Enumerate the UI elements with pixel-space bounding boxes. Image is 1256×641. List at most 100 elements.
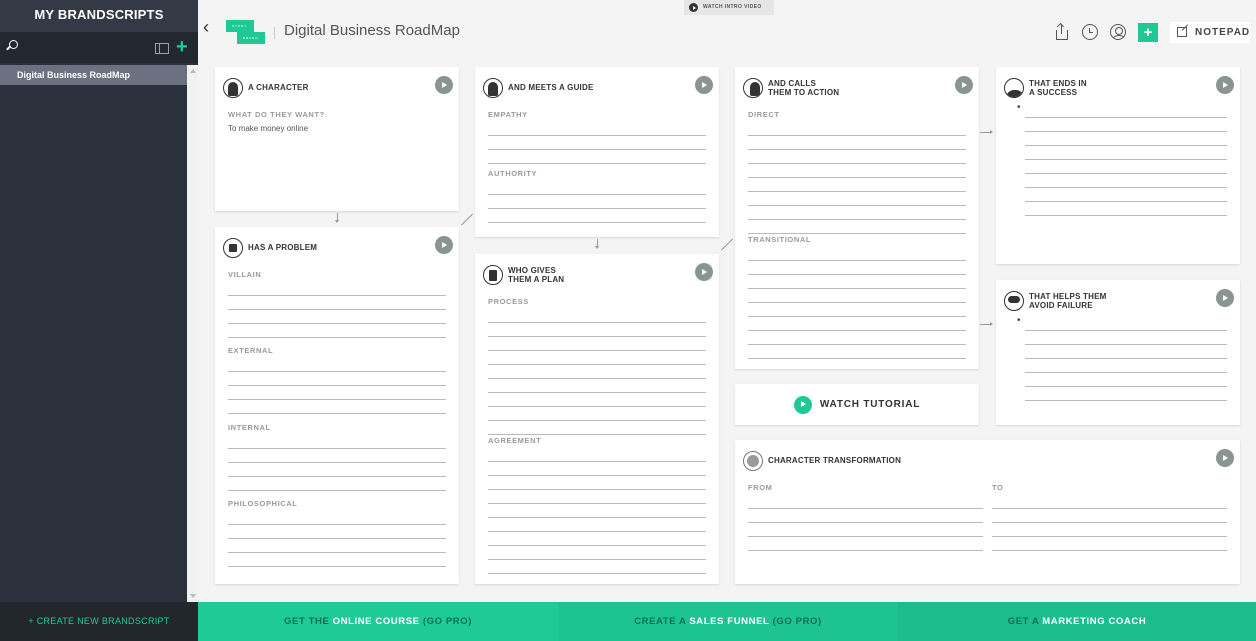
agreement-line[interactable] [488, 518, 706, 532]
process-line[interactable] [488, 407, 706, 421]
watch-intro-video-button[interactable]: WATCH INTRO VIDEO [684, 0, 774, 15]
success-line[interactable] [1025, 160, 1227, 174]
internal-line[interactable] [228, 477, 446, 491]
agreement-line[interactable] [488, 476, 706, 490]
villain-line[interactable] [228, 310, 446, 324]
document-title[interactable]: Digital Business RoadMap [284, 22, 460, 39]
direct-line[interactable] [748, 206, 966, 220]
watch-tutorial-button[interactable]: WATCH TUTORIAL [735, 384, 979, 425]
to-line[interactable] [992, 509, 1227, 523]
to-line[interactable] [992, 523, 1227, 537]
direct-line[interactable] [748, 178, 966, 192]
transitional-line[interactable] [748, 317, 966, 331]
failure-line[interactable] [1025, 359, 1227, 373]
add-button[interactable]: + [1138, 23, 1158, 42]
process-line[interactable] [488, 379, 706, 393]
share-icon[interactable] [1054, 24, 1070, 40]
success-line[interactable] [1025, 146, 1227, 160]
create-new-brandscript-button[interactable]: + CREATE NEW BRANDSCRIPT [0, 602, 198, 641]
history-clock-icon[interactable] [1082, 24, 1098, 40]
to-line[interactable] [992, 495, 1227, 509]
success-line[interactable] [1025, 118, 1227, 132]
success-line[interactable] [1025, 188, 1227, 202]
philosophical-line[interactable] [228, 539, 446, 553]
scroll-up-icon[interactable] [190, 69, 196, 73]
play-video-button[interactable] [1216, 76, 1234, 94]
from-line[interactable] [748, 495, 983, 509]
success-line[interactable] [1025, 174, 1227, 188]
villain-line[interactable] [228, 324, 446, 338]
account-icon[interactable] [1110, 24, 1126, 40]
agreement-line[interactable] [488, 504, 706, 518]
external-line[interactable] [228, 358, 446, 372]
internal-line[interactable] [228, 463, 446, 477]
transitional-line[interactable] [748, 303, 966, 317]
villain-line[interactable] [228, 296, 446, 310]
transitional-line[interactable] [748, 331, 966, 345]
play-video-button[interactable] [435, 76, 453, 94]
direct-line[interactable] [748, 136, 966, 150]
transitional-line[interactable] [748, 247, 966, 261]
add-brandscript-icon[interactable]: + [176, 37, 188, 57]
want-input[interactable]: To make money online [228, 124, 446, 133]
sidebar-item-digital-business-roadmap[interactable]: Digital Business RoadMap [0, 65, 187, 85]
agreement-line[interactable] [488, 532, 706, 546]
process-line[interactable] [488, 365, 706, 379]
marketing-coach-button[interactable]: GET A MARKETING COACH [898, 602, 1256, 641]
play-video-button[interactable] [695, 263, 713, 281]
external-line[interactable] [228, 400, 446, 414]
external-line[interactable] [228, 372, 446, 386]
empathy-line[interactable] [488, 150, 706, 164]
transitional-line[interactable] [748, 345, 966, 359]
notepad-button[interactable]: NOTEPAD [1170, 22, 1250, 43]
play-video-button[interactable] [955, 76, 973, 94]
agreement-line[interactable] [488, 448, 706, 462]
failure-line[interactable] [1025, 317, 1227, 331]
transitional-line[interactable] [748, 289, 966, 303]
agreement-line[interactable] [488, 462, 706, 476]
philosophical-line[interactable] [228, 553, 446, 567]
empathy-line[interactable] [488, 136, 706, 150]
success-line[interactable] [1025, 202, 1227, 216]
empathy-line[interactable] [488, 122, 706, 136]
to-line[interactable] [992, 537, 1227, 551]
direct-line[interactable] [748, 220, 966, 234]
play-video-button[interactable] [695, 76, 713, 94]
process-line[interactable] [488, 421, 706, 435]
internal-line[interactable] [228, 449, 446, 463]
transitional-line[interactable] [748, 275, 966, 289]
direct-line[interactable] [748, 122, 966, 136]
authority-line[interactable] [488, 209, 706, 223]
process-line[interactable] [488, 323, 706, 337]
direct-line[interactable] [748, 164, 966, 178]
philosophical-line[interactable] [228, 525, 446, 539]
from-line[interactable] [748, 523, 983, 537]
agreement-line[interactable] [488, 546, 706, 560]
process-line[interactable] [488, 337, 706, 351]
failure-line[interactable] [1025, 331, 1227, 345]
transitional-line[interactable] [748, 261, 966, 275]
failure-line[interactable] [1025, 345, 1227, 359]
play-video-button[interactable] [435, 236, 453, 254]
online-course-button[interactable]: GET THE ONLINE COURSE (GO PRO) [198, 602, 558, 641]
toggle-panel-icon[interactable] [155, 43, 169, 54]
philosophical-line[interactable] [228, 511, 446, 525]
authority-line[interactable] [488, 181, 706, 195]
villain-line[interactable] [228, 282, 446, 296]
success-line[interactable] [1025, 104, 1227, 118]
play-video-button[interactable] [1216, 289, 1234, 307]
back-icon[interactable]: ‹ [203, 18, 217, 38]
failure-line[interactable] [1025, 387, 1227, 401]
sidebar-scrollbar[interactable] [187, 65, 198, 602]
process-line[interactable] [488, 351, 706, 365]
scroll-down-icon[interactable] [190, 594, 196, 598]
from-line[interactable] [748, 537, 983, 551]
process-line[interactable] [488, 393, 706, 407]
internal-line[interactable] [228, 435, 446, 449]
search-icon[interactable] [9, 40, 18, 49]
from-line[interactable] [748, 509, 983, 523]
authority-line[interactable] [488, 195, 706, 209]
agreement-line[interactable] [488, 490, 706, 504]
external-line[interactable] [228, 386, 446, 400]
direct-line[interactable] [748, 150, 966, 164]
